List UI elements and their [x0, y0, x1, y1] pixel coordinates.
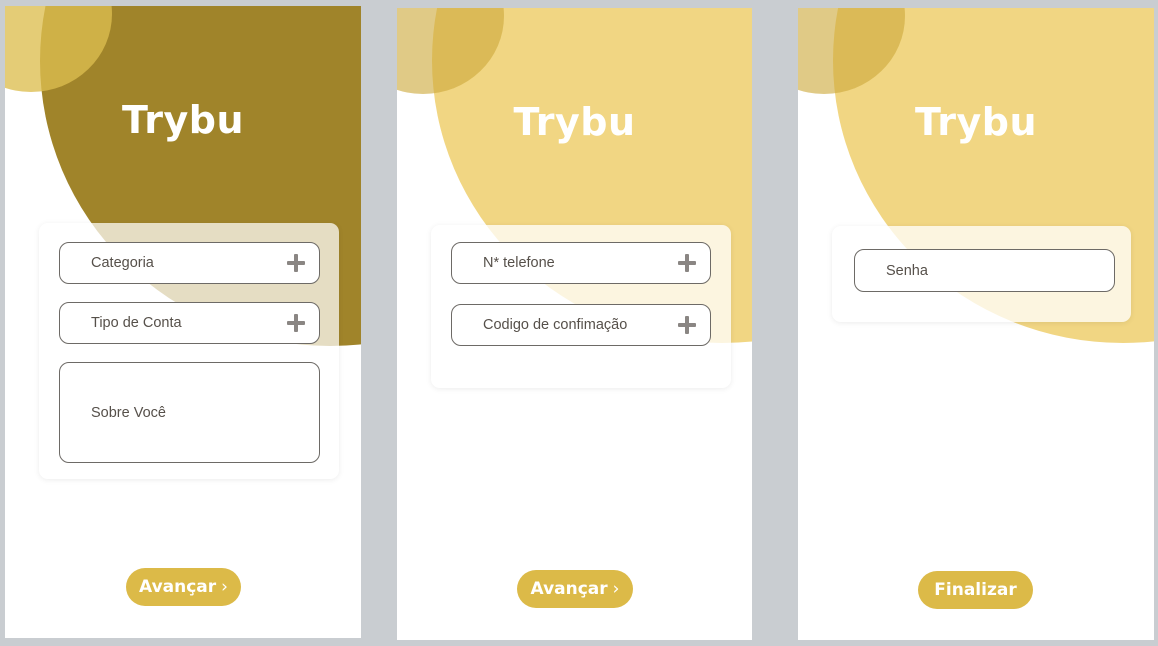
confirmation-code-field[interactable]: Codigo de confimação: [451, 304, 711, 346]
next-button-label: Avançar: [530, 579, 608, 599]
about-you-label: Sobre Você: [91, 404, 166, 421]
password-field[interactable]: Senha: [854, 249, 1115, 292]
app-title: Trybu: [914, 100, 1037, 144]
plus-icon[interactable]: [287, 314, 305, 332]
phone-field[interactable]: N* telefone: [451, 242, 711, 284]
category-label: Categoria: [91, 255, 154, 271]
finish-button-label: Finalizar: [934, 580, 1017, 600]
signup-screen-2: Trybu N* telefone Codigo de confimação A…: [397, 8, 752, 640]
plus-icon[interactable]: [678, 254, 696, 272]
about-you-textarea[interactable]: Sobre Você: [59, 362, 320, 463]
signup-screen-3: Trybu Senha Finalizar: [798, 8, 1154, 640]
confirmation-code-label: Codigo de confimação: [483, 317, 628, 333]
category-field[interactable]: Categoria: [59, 242, 320, 284]
signup-screen-1: Trybu Categoria Tipo de Conta Sobre Você…: [5, 6, 361, 638]
chevron-right-icon: ›: [221, 577, 228, 597]
account-type-field[interactable]: Tipo de Conta: [59, 302, 320, 344]
finish-button[interactable]: Finalizar: [918, 571, 1033, 609]
app-title: Trybu: [513, 100, 636, 144]
plus-icon[interactable]: [287, 254, 305, 272]
next-button-label: Avançar: [139, 577, 217, 597]
chevron-right-icon: ›: [612, 579, 620, 599]
next-button[interactable]: Avançar ›: [126, 568, 241, 606]
phone-label: N* telefone: [483, 255, 555, 271]
app-title: Trybu: [121, 98, 244, 142]
account-type-label: Tipo de Conta: [91, 315, 182, 331]
password-label: Senha: [886, 262, 928, 279]
next-button[interactable]: Avançar ›: [517, 570, 633, 608]
plus-icon[interactable]: [678, 316, 696, 334]
